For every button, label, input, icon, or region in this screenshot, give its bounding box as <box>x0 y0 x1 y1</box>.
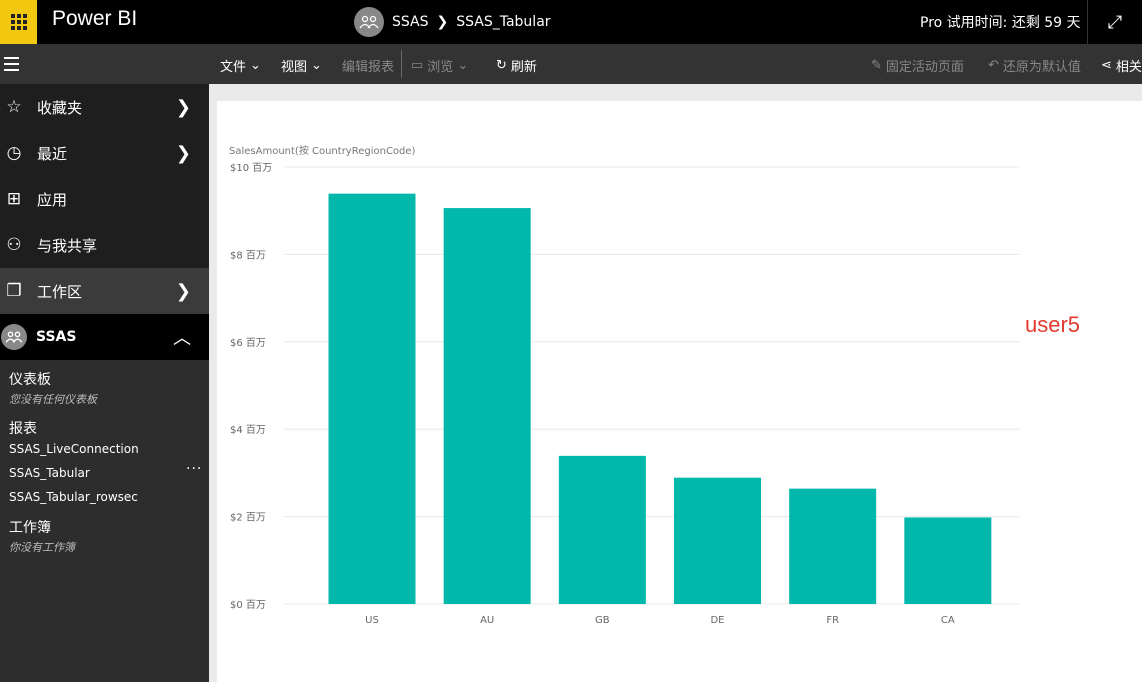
app-launcher-button[interactable] <box>0 0 37 44</box>
sidebar-item-workspace-ssas[interactable]: SSAS ︿ <box>0 314 209 360</box>
sidebar-item-apps[interactable]: ⊞ 应用 <box>0 176 209 222</box>
y-tick-label: $4 百万 <box>230 424 266 436</box>
pin-live-page-button[interactable]: ✎ 固定活动页面 <box>871 56 964 75</box>
reset-default-label: 还原为默认值 <box>1002 60 1081 75</box>
refresh-button[interactable]: ↻ 刷新 <box>496 56 537 75</box>
view-menu[interactable]: 视图 ⌄ <box>281 56 322 75</box>
star-icon: ☆ <box>6 97 22 117</box>
expand-icon: ⤢ <box>1107 11 1123 33</box>
edit-report-button[interactable]: 编辑报表 <box>342 56 394 75</box>
sidebar-item-label: 与我共享 <box>37 236 98 255</box>
x-tick-label: CA <box>941 615 955 626</box>
y-tick-label: $8 百万 <box>230 249 266 261</box>
y-tick-label: $2 百万 <box>230 512 266 524</box>
report-item[interactable]: SSAS_LiveConnection <box>9 442 139 456</box>
trial-status[interactable]: Pro 试用时间: 还剩 59 天 <box>920 12 1081 32</box>
reset-default-button[interactable]: ↶ 还原为默认值 <box>988 56 1081 75</box>
sidebar-item-recent[interactable]: ◷ 最近 ❯ <box>0 130 209 176</box>
pin-live-page-label: 固定活动页面 <box>885 60 964 75</box>
user-annotation: user5 <box>1025 312 1081 337</box>
bar-ca[interactable] <box>904 517 992 604</box>
chevron-right-icon: ❯ <box>175 142 191 164</box>
bar-us[interactable] <box>328 193 416 605</box>
file-menu-label: 文件 <box>220 60 247 75</box>
sidebar-item-favorites[interactable]: ☆ 收藏夹 ❯ <box>0 84 209 130</box>
sidebar-item-workspaces[interactable]: ❐ 工作区 ❯ <box>0 268 209 314</box>
pin-icon: ✎ <box>871 58 882 73</box>
sidebar-item-label: 工作区 <box>37 282 83 301</box>
sales-bar-chart[interactable]: $0 百万 $2 百万 $4 百万 $6 百万 $8 百万 $10 百万 US AU GB DE F… <box>217 155 1037 635</box>
view-menu-label: 视图 <box>281 60 308 75</box>
sidebar-item-shared[interactable]: ⚇ 与我共享 <box>0 222 209 268</box>
y-tick-label: $0 百万 <box>230 599 266 611</box>
report-item[interactable]: SSAS_Tabular <box>9 466 90 480</box>
dashboards-heading[interactable]: 仪表板 <box>9 369 51 389</box>
workbooks-empty-text: 你没有工作簿 <box>9 541 75 554</box>
chevron-down-icon: ⌄ <box>250 58 261 73</box>
sidebar: ☆ 收藏夹 ❯ ◷ 最近 ❯ ⊞ 应用 ⚇ 与我共享 ❐ 工作区 ❯ SSAS … <box>0 84 209 682</box>
chevron-down-icon: ⌄ <box>457 58 469 73</box>
edit-report-label: 编辑报表 <box>342 60 395 75</box>
workbooks-heading[interactable]: 工作簿 <box>9 517 51 537</box>
report-item[interactable]: SSAS_Tabular_rowsec <box>9 490 138 504</box>
app-name[interactable]: Power BI <box>52 7 137 31</box>
explore-menu[interactable]: ▭ 浏览 ⌄ <box>411 56 468 75</box>
breadcrumb-workspace[interactable]: SSAS <box>392 14 429 30</box>
hamburger-menu-icon[interactable] <box>4 57 19 75</box>
undo-icon: ↶ <box>988 58 999 73</box>
fullscreen-button[interactable]: ⤢ <box>1087 0 1142 44</box>
x-tick-label: FR <box>826 615 839 626</box>
y-tick-label: $6 百万 <box>230 337 266 349</box>
chevron-up-icon: ︿ <box>173 328 191 349</box>
share-icon: ⋖ <box>1101 58 1112 73</box>
toolbar-divider <box>401 50 402 78</box>
explore-label: 浏览 <box>427 60 454 75</box>
workspace-avatar-icon <box>354 7 384 37</box>
workspace-name: SSAS <box>36 329 77 345</box>
reports-heading[interactable]: 报表 <box>9 418 37 438</box>
people-icon: ⚇ <box>6 235 22 255</box>
sidebar-item-label: 应用 <box>37 190 68 209</box>
waffle-icon <box>10 14 27 30</box>
y-tick-label: $10 百万 <box>230 162 272 174</box>
sidebar-item-label: 最近 <box>37 144 68 163</box>
chevron-right-icon: ❯ <box>175 280 191 302</box>
more-options-icon[interactable]: ··· <box>186 461 202 477</box>
chevron-down-icon: ⌄ <box>311 58 322 73</box>
workspaces-icon: ❐ <box>6 281 22 301</box>
action-bar: 文件 ⌄ 视图 ⌄ 编辑报表 ▭ 浏览 ⌄ ↻ 刷新 ✎ 固定活动页面 ↶ 还原… <box>0 44 1142 84</box>
dashboards-empty-text: 您没有任何仪表板 <box>9 393 97 406</box>
related-button[interactable]: ⋖ 相关 <box>1101 56 1142 75</box>
x-tick-label: DE <box>710 615 724 626</box>
x-tick-label: US <box>365 615 379 626</box>
bar-de[interactable] <box>674 477 761 604</box>
breadcrumb: SSAS ❯ SSAS_Tabular <box>354 7 551 37</box>
apps-icon: ⊞ <box>6 189 22 209</box>
bar-au[interactable] <box>443 208 531 604</box>
file-menu[interactable]: 文件 ⌄ <box>220 56 261 75</box>
refresh-label: 刷新 <box>510 60 537 75</box>
x-tick-label: AU <box>480 615 494 626</box>
explore-icon: ▭ <box>411 58 424 73</box>
related-label: 相关 <box>1115 60 1142 75</box>
workspace-avatar-icon <box>1 324 27 350</box>
x-tick-label: GB <box>595 615 610 626</box>
sidebar-item-label: 收藏夹 <box>37 98 83 117</box>
bar-fr[interactable] <box>789 488 877 604</box>
workspace-contents: 仪表板 您没有任何仪表板 报表 SSAS_LiveConnection SSAS… <box>0 360 209 682</box>
top-bar: Power BI SSAS ❯ SSAS_Tabular Pro 试用时间: 还… <box>0 0 1142 44</box>
chevron-right-icon: ❯ <box>175 96 191 118</box>
bar-gb[interactable] <box>558 455 646 604</box>
chevron-right-icon: ❯ <box>436 14 449 30</box>
breadcrumb-report[interactable]: SSAS_Tabular <box>456 14 550 30</box>
clock-icon: ◷ <box>6 143 22 163</box>
refresh-icon: ↻ <box>496 58 507 73</box>
